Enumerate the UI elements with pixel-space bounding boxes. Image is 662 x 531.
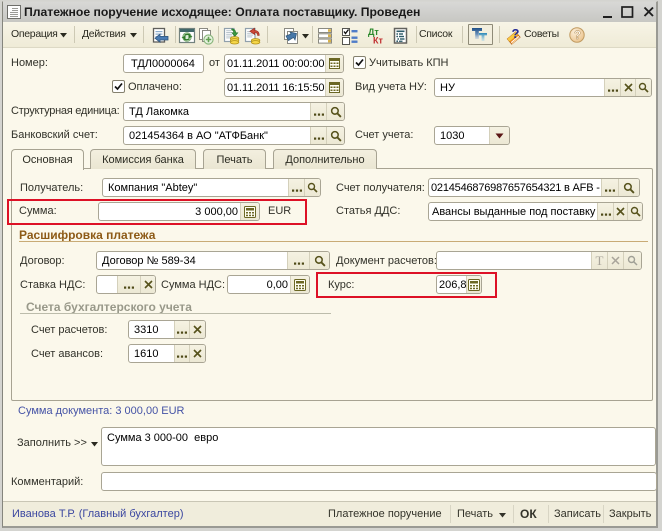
svg-text:?: ? (512, 27, 520, 41)
svg-text:?: ? (574, 30, 581, 42)
svg-text:Кт: Кт (373, 36, 383, 46)
